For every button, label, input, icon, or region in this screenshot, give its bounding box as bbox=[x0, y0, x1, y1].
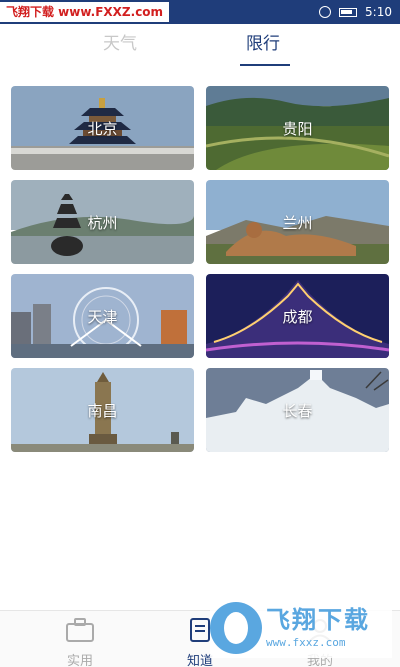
active-tab-indicator bbox=[240, 64, 290, 66]
logo-text: 飞翔下载 bbox=[266, 606, 370, 634]
city-card-tianjin[interactable]: 天津 bbox=[11, 274, 194, 358]
city-card-nanchang[interactable]: 南昌 bbox=[11, 368, 194, 452]
logo-url: www.fxxz.com bbox=[266, 636, 346, 649]
tab-traffic-restriction[interactable]: 限行 bbox=[246, 32, 280, 56]
city-name: 兰州 bbox=[282, 213, 313, 232]
nav-label: 实用 bbox=[66, 654, 93, 667]
city-name: 贵阳 bbox=[282, 119, 313, 138]
city-name: 北京 bbox=[87, 119, 118, 138]
status-bar: 飞翔下载 www.FXXZ.com 5:10 bbox=[0, 0, 400, 24]
city-card-hangzhou[interactable]: 杭州 bbox=[11, 180, 194, 264]
city-card-chengdu[interactable]: 成都 bbox=[206, 274, 389, 358]
city-name: 成都 bbox=[282, 307, 313, 326]
status-time: 5:10 bbox=[365, 5, 392, 19]
top-tabs: 天气 限行 bbox=[0, 24, 400, 72]
alarm-icon bbox=[319, 6, 332, 18]
status-icons: 5:10 bbox=[319, 0, 392, 24]
city-name: 长春 bbox=[282, 401, 313, 420]
logo-mark-icon bbox=[210, 602, 262, 654]
battery-icon bbox=[339, 7, 358, 17]
watermark-text: 飞翔下载 www.FXXZ.com bbox=[0, 2, 170, 22]
city-card-changchun[interactable]: 长春 bbox=[206, 368, 389, 452]
city-name: 杭州 bbox=[87, 213, 118, 232]
city-name: 南昌 bbox=[87, 401, 118, 420]
city-name: 天津 bbox=[87, 307, 118, 326]
briefcase-icon bbox=[66, 618, 94, 642]
watermark-logo: 飞翔下载 www.fxxz.com bbox=[210, 598, 392, 658]
city-card-guiyang[interactable]: 贵阳 bbox=[206, 86, 389, 170]
city-card-beijing[interactable]: 北京 bbox=[11, 86, 194, 170]
tab-weather[interactable]: 天气 bbox=[103, 32, 137, 56]
nav-item-useful[interactable]: 实用 bbox=[50, 617, 110, 667]
city-card-lanzhou[interactable]: 兰州 bbox=[206, 180, 389, 264]
